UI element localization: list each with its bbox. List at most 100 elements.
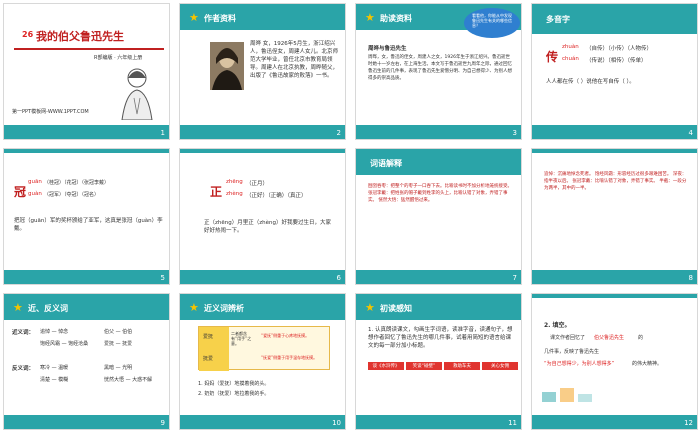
teal-stripe xyxy=(532,415,697,429)
speech-bubble-text: 看看他，你能从中发现鲁迅先生有关的哪些信息？ xyxy=(472,13,512,28)
section-subheading: 周晔与鲁迅先生 xyxy=(368,46,407,52)
teal-stripe xyxy=(180,125,345,139)
slide-number: 2 xyxy=(336,129,341,137)
slide-number: 10 xyxy=(332,419,341,427)
fill-line-2: 几件事，反映了鲁迅先生 xyxy=(544,349,600,355)
synonym-pair-2: 伯父 — 伯伯 xyxy=(104,329,133,335)
slide-thumbnail-6[interactable]: 正 zhēng （正月） zhèng （正好）（正确）（真正） 正（zhēng）… xyxy=(179,148,346,285)
star-icon: ★ xyxy=(189,301,199,314)
vocab-text: 追悼：沉痛地悼念死者。 饱经风霜：形容经历过很多艰难困苦。 深夜：指半夜以后。 … xyxy=(544,172,687,191)
words-1: （桂冠）（花冠）（张冠李戴） xyxy=(44,180,110,186)
synonym-pair-1: 追悼 — 悼念 xyxy=(40,329,69,335)
slide-number: 4 xyxy=(688,129,693,137)
slide-heading: 助读资料 xyxy=(380,14,412,23)
teal-stripe xyxy=(180,415,345,429)
slide-thumbnail-5[interactable]: 冠 guān （桂冠）（花冠）（张冠李戴） guàn （冠军）（夺冠）（冠名） … xyxy=(3,148,170,285)
slide-thumbnail-1[interactable]: 26 我的伯父鲁迅先生 R部编版 · 六年级上册 第一PPT模板网-WWW.1P… xyxy=(3,3,170,140)
slide-thumbnail-9[interactable]: ★ 近、反义词 近义词： 追悼 — 悼念 伯父 — 伯伯 饱经风霜 — 饱经沧桑… xyxy=(3,293,170,430)
slide-heading: 近、反义词 xyxy=(28,304,68,313)
decorative-shapes xyxy=(542,384,602,404)
words-2: （正好）（正确）（真正） xyxy=(246,193,307,199)
example-1: 1. 妈妈（爱抚）地摸着我的头。 xyxy=(198,381,270,387)
teal-stripe xyxy=(356,125,521,139)
slide-thumbnail-11[interactable]: ★ 初读感知 1. 认真朗读课文，勾画生字词语，读准字音，读通句子，想想作者回忆… xyxy=(355,293,522,430)
edition-label: R部编版 · 六年级上册 xyxy=(94,55,143,61)
title-bar: 26 我的伯父鲁迅先生 xyxy=(22,28,162,46)
star-icon: ★ xyxy=(365,301,375,314)
antonym-pair-3: 清楚 — 模糊 xyxy=(40,377,69,383)
star-icon: ★ xyxy=(365,11,375,24)
teal-stripe xyxy=(356,415,521,429)
antonym-label: 反义词： xyxy=(12,366,35,372)
slide-heading: 作者资料 xyxy=(204,14,236,23)
pinyin-1: guān xyxy=(28,179,42,185)
fill-line-1c: 的 xyxy=(638,335,644,341)
polyphone-char: 正 xyxy=(210,185,223,199)
top-stripe xyxy=(532,294,697,298)
col-a-label: 爱抚 xyxy=(203,334,214,340)
star-icon: ★ xyxy=(13,301,23,314)
slide-number: 7 xyxy=(512,274,517,282)
slide-sorter-grid: 26 我的伯父鲁迅先生 R部编版 · 六年级上册 第一PPT模板网-WWW.1P… xyxy=(3,3,698,430)
top-stripe xyxy=(4,149,169,153)
pinyin-2: chuán xyxy=(562,56,579,62)
task-text: 1. 认真朗读课文，勾画生字词语，读准字音，读通句子，想想作者回忆了鲁迅先生的哪… xyxy=(368,327,513,349)
top-stripe xyxy=(532,149,697,153)
fill-line-tail: 的伟大精神。 xyxy=(632,361,663,367)
footer-watermark: 第一PPT模板网-WWW.1PPT.COM xyxy=(12,109,89,115)
slide-heading: 近义词辨析 xyxy=(204,304,244,313)
author-bio: 周晔 女，1926年5月生，浙江绍兴人，鲁迅侄女，周建人女儿。北京师范大学毕业，… xyxy=(250,41,339,79)
example-sentence: 把冠（guān）军的奖杯颁给了亚军，这真是张冠（guàn）李戴。 xyxy=(14,218,163,232)
slide-thumbnail-10[interactable]: ★ 近义词辨析 爱抚 抚爱 二者都含有“用手”之意。 “爱抚”侧重于心疼地抚摸。… xyxy=(179,293,346,430)
star-icon: ★ xyxy=(189,11,199,24)
title-underline xyxy=(14,48,164,50)
top-stripe xyxy=(180,149,345,153)
slide-number: 6 xyxy=(336,274,341,282)
example-sentence: 人人都在传（ ）说他在写自传（ ）。 xyxy=(546,79,635,85)
common-meaning: 二者都含有“用手”之意。 xyxy=(231,331,252,346)
slide-thumbnail-3[interactable]: ★ 助读资料 看看他，你能从中发现鲁迅先生有关的哪些信息？ 周晔与鲁迅先生 周晔… xyxy=(355,3,522,140)
slide-number: 11 xyxy=(508,419,517,427)
pinyin-2: guàn xyxy=(28,191,42,197)
words-1: （自传）（小传）（人物传） xyxy=(586,46,653,52)
antonym-pair-2: 黑暗 — 光明 xyxy=(104,365,133,371)
fill-answer-1: 伯父鲁迅先生 xyxy=(594,335,625,341)
pinyin-2: zhèng xyxy=(226,191,243,197)
slide-heading: 2. 填空。 xyxy=(544,322,571,329)
words-1: （正月） xyxy=(246,181,269,187)
difference-a: “爱抚”侧重于心疼地抚摸。 xyxy=(261,333,310,338)
slide-number: 1 xyxy=(160,129,165,137)
pinyin-1: zhēng xyxy=(226,179,243,185)
event-tag-4: 关心女佣 xyxy=(482,362,518,370)
slide-number: 9 xyxy=(160,419,165,427)
slide-thumbnail-4[interactable]: 多音字 传 zhuàn （自传）（小传）（人物传） chuán （传说）（相传）… xyxy=(531,3,698,140)
event-tag-3: 救助车夫 xyxy=(444,362,480,370)
slide-thumbnail-2[interactable]: ★ 作者资料 周晔 女，1926年5月生，浙江绍兴人，鲁迅侄女，周建人女儿。北京… xyxy=(179,3,346,140)
difference-b: “抚爱”侧重于用手温存地抚摸。 xyxy=(261,355,318,360)
portrait-sketch xyxy=(114,64,160,121)
words-2: （冠军）（夺冠）（冠名） xyxy=(44,192,100,198)
slide-thumbnail-8[interactable]: 追悼：沉痛地悼念死者。 饱经风霜：形容经历过很多艰难困苦。 深夜：指半夜以后。 … xyxy=(531,148,698,285)
slide-number: 5 xyxy=(160,274,165,282)
synonym-label: 近义词： xyxy=(12,330,35,336)
slide-thumbnail-12[interactable]: 2. 填空。 课文作者回忆了 伯父鲁迅先生 的 几件事，反映了鲁迅先生 “为自己… xyxy=(531,293,698,430)
teal-stripe xyxy=(4,415,169,429)
slide-thumbnail-7[interactable]: 词语解释 囫囵吞枣：把整个的枣子一口吞下去。比喻读书时不加分析地笼统接受。 张冠… xyxy=(355,148,522,285)
polyphone-char: 冠 xyxy=(14,185,27,199)
teal-stripe xyxy=(532,125,697,139)
event-tag-2: 笑谈“碰壁” xyxy=(406,362,442,370)
synonym-pair-4: 爱抚 — 抚爱 xyxy=(104,341,133,347)
slide-heading: 初读感知 xyxy=(380,304,412,313)
synonym-pair-3: 饱经风霜 — 饱经沧桑 xyxy=(40,341,89,347)
event-tag-1: 谈《水浒传》 xyxy=(368,362,404,370)
antonym-pair-1: 寒冷 — 温暖 xyxy=(40,365,69,371)
lesson-number: 26 xyxy=(22,30,34,39)
teal-stripe xyxy=(532,270,697,284)
teal-stripe xyxy=(356,270,521,284)
comparison-table: 爱抚 抚爱 二者都含有“用手”之意。 “爱抚”侧重于心疼地抚摸。 “抚爱”侧重于… xyxy=(198,326,330,371)
words-2: （传说）（相传）（传单） xyxy=(586,58,647,64)
slide-number: 8 xyxy=(688,274,693,282)
slide-number: 3 xyxy=(512,129,517,137)
pinyin-1: zhuàn xyxy=(562,44,579,50)
fill-line-1a: 课文作者回忆了 xyxy=(550,335,586,341)
